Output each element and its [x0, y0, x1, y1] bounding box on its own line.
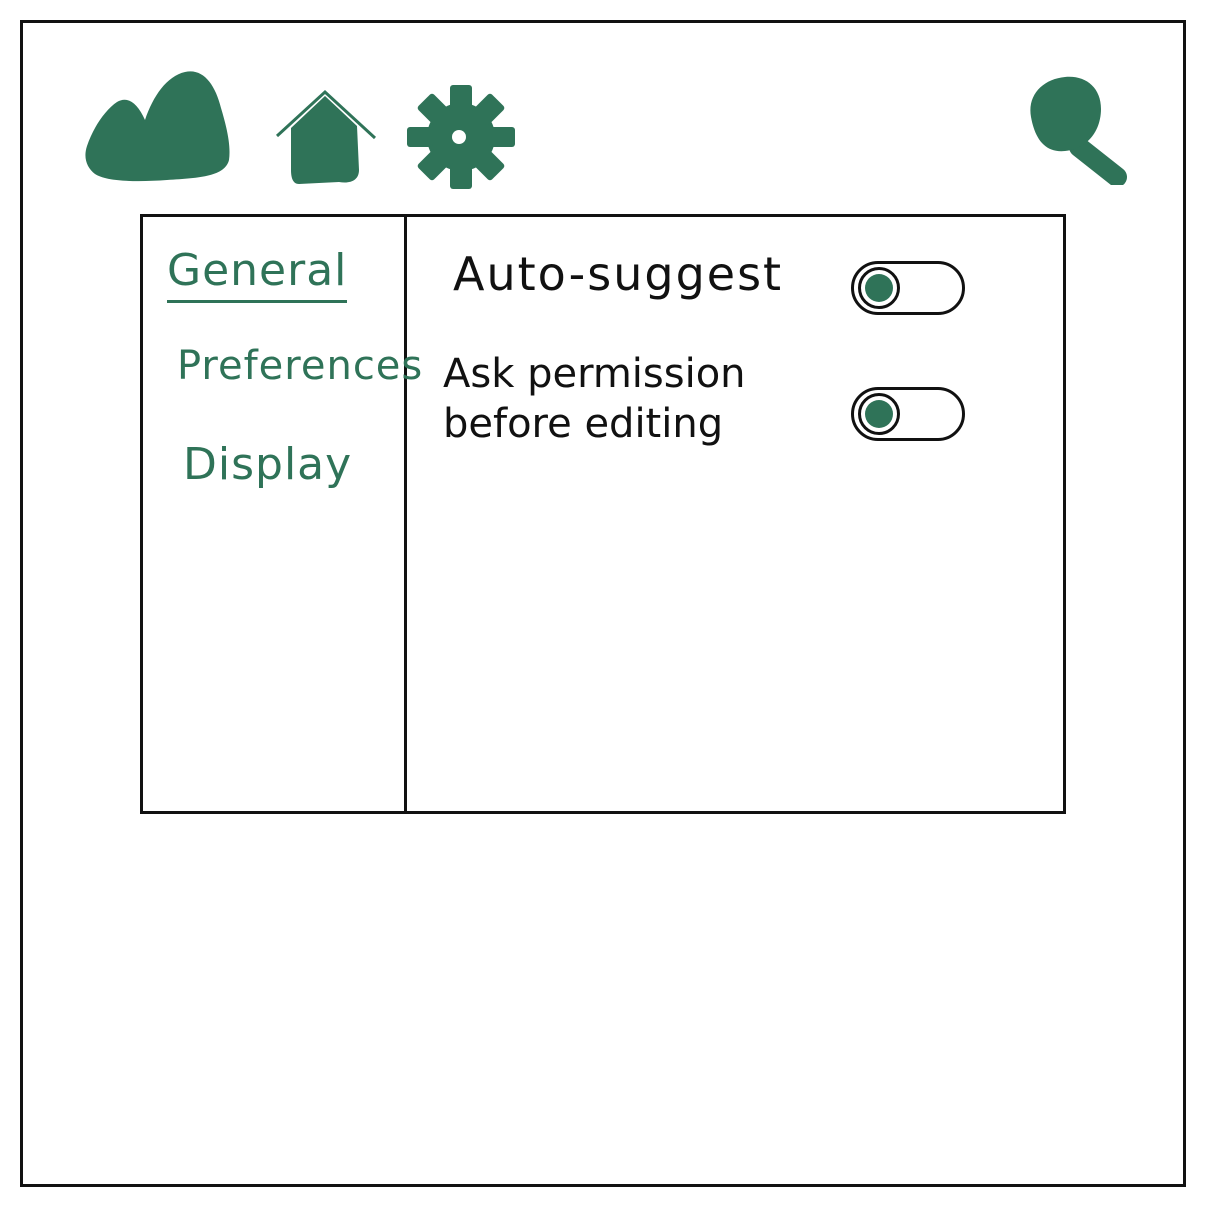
- auto-suggest-label: Auto-suggest: [453, 247, 784, 301]
- auto-suggest-toggle[interactable]: [851, 261, 965, 315]
- toggle-knob: [858, 393, 900, 435]
- home-icon[interactable]: [275, 88, 377, 186]
- ask-permission-label: Ask permission before editing: [443, 349, 746, 449]
- settings-sidebar: General Preferences Display: [143, 217, 422, 811]
- toggle-knob: [858, 267, 900, 309]
- sidebar-item-general[interactable]: General: [167, 245, 348, 303]
- mountain-icon[interactable]: [83, 68, 233, 183]
- ask-permission-label-line-2: before editing: [443, 401, 724, 447]
- search-icon[interactable]: [1021, 73, 1133, 185]
- ask-permission-label-line-1: Ask permission: [443, 351, 746, 397]
- sidebar-item-display[interactable]: Display: [183, 439, 352, 490]
- sidebar-item-preferences[interactable]: Preferences: [177, 343, 423, 389]
- settings-panel: General Preferences Display Auto-suggest…: [140, 214, 1066, 814]
- ask-permission-toggle[interactable]: [851, 387, 965, 441]
- gear-icon[interactable]: [405, 83, 517, 191]
